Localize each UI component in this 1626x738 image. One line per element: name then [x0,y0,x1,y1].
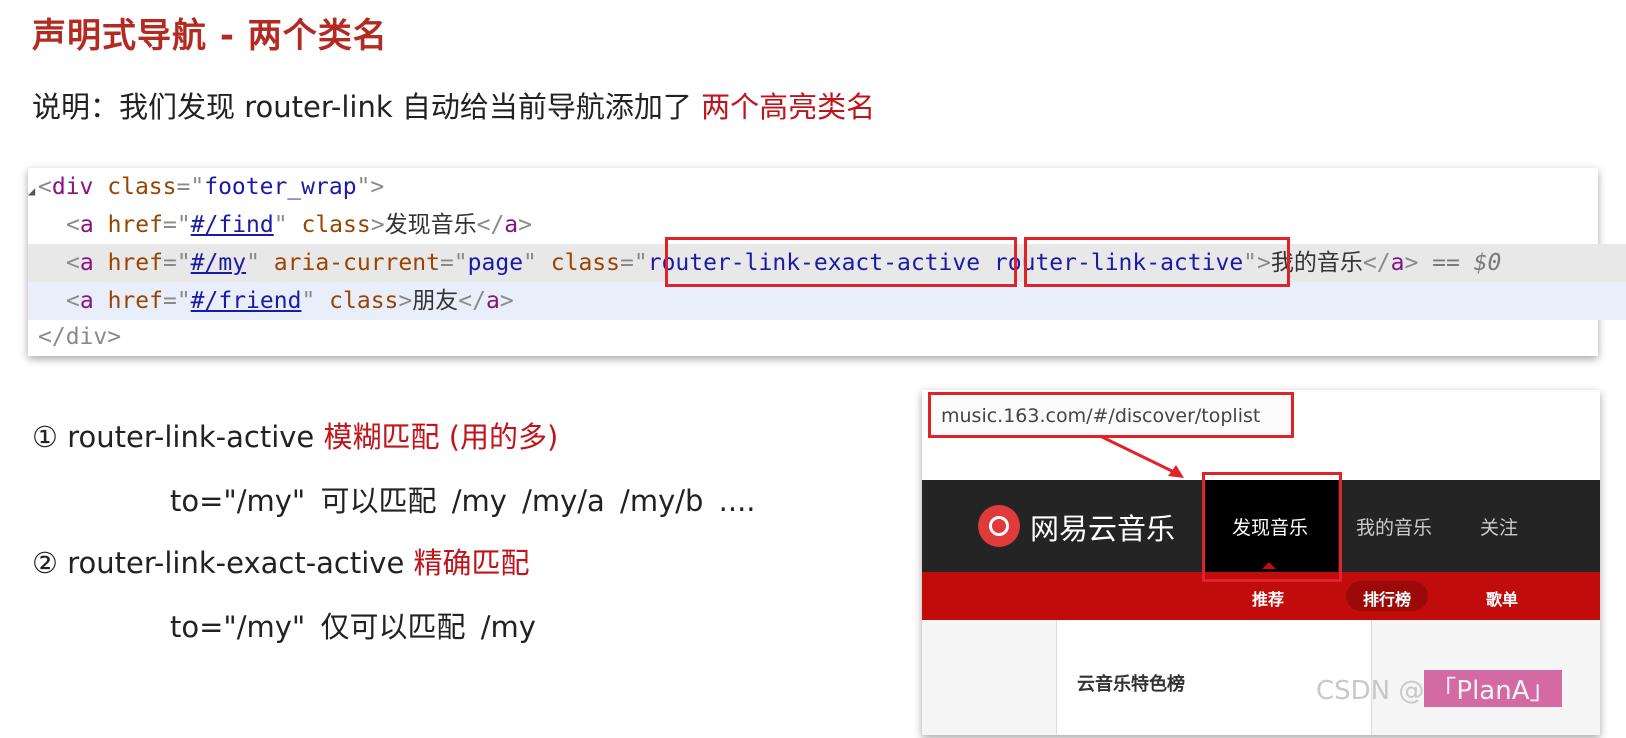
item-router-link-active: ① router-link-active 模糊匹配 (用的多) [32,420,559,454]
watermark-name: 「PlanA」 [1424,670,1562,707]
devtools-code-panel: ◢ <div class="footer_wrap"> <a href="#/f… [28,168,1626,356]
netease-logo-icon [978,505,1020,547]
sub-nav-toplist[interactable]: 排行榜 [1346,581,1428,611]
description-highlight: 两个高亮类名 [701,90,876,124]
featured-chart-title: 云音乐特色榜 [1077,674,1185,695]
highlight-box-active [1024,237,1290,287]
nav-item-follow[interactable]: 关注 [1480,513,1518,540]
item-router-link-exact-active-example: to="/my" 仅可以匹配 /my [170,610,536,644]
page-title: 声明式导航 - 两个类名 [32,16,388,56]
sub-nav-recommend[interactable]: 推荐 [1252,586,1284,610]
item-router-link-exact-active: ② router-link-exact-active 精确匹配 [32,546,530,580]
highlight-box-discover [1202,472,1342,582]
code-line-div-open[interactable]: ◢ <div class="footer_wrap"> [28,168,1608,206]
expand-triangle-icon[interactable]: ◢ [28,172,35,210]
href-link-my[interactable]: #/my [191,250,246,276]
code-line-friend[interactable]: <a href="#/friend" class>朋友</a> [28,282,1626,320]
href-link-friend[interactable]: #/friend [191,288,302,314]
console-ref: == $0 [1432,250,1502,276]
watermark: CSDN @ 「PlanA」 [1316,670,1562,707]
exact-match-label: 精确匹配 [413,546,530,580]
description: 说明：我们发现 router-link 自动给当前导航添加了 两个高亮类名 [32,84,875,126]
nav-item-my-music[interactable]: 我的音乐 [1356,513,1432,540]
sub-nav-playlist[interactable]: 歌单 [1486,586,1518,610]
item-router-link-active-example: to="/my" 可以匹配 /my /my/a /my/b .... [170,484,756,518]
description-text: 说明：我们发现 router-link 自动给当前导航添加了 [32,90,702,124]
code-line-div-close[interactable]: </div> [28,318,1608,356]
fuzzy-match-label: 模糊匹配 (用的多) [323,420,559,454]
href-link-find[interactable]: #/find [191,212,274,238]
content-left-column [922,620,1057,735]
highlight-box-exact-active [665,237,1017,287]
logo-text: 网易云音乐 [1030,512,1176,546]
